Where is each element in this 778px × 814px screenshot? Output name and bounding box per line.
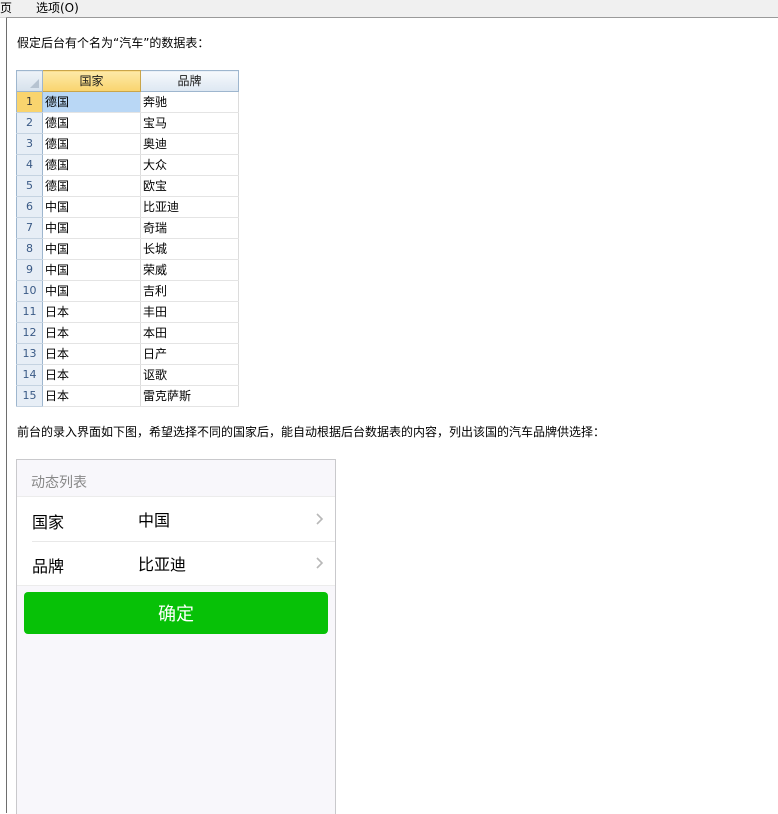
- form-field-list: 国家 中国 品牌 比亚迪: [17, 496, 335, 586]
- intro-text: 假定后台有个名为“汽车”的数据表：: [17, 36, 210, 50]
- confirm-button[interactable]: 确定: [24, 592, 328, 634]
- country-cell[interactable]: 日本: [42, 301, 141, 323]
- row-header[interactable]: 14: [16, 364, 43, 386]
- row-header[interactable]: 8: [16, 238, 43, 260]
- table-row: 7 中国 奇瑞: [16, 217, 239, 239]
- row-header[interactable]: 1: [16, 91, 43, 113]
- country-cell[interactable]: 日本: [42, 343, 141, 365]
- table-row: 1 德国 奔驰: [16, 91, 239, 113]
- menu-bar: 页 选项(O): [0, 0, 778, 18]
- row-header[interactable]: 7: [16, 217, 43, 239]
- country-cell[interactable]: 德国: [42, 91, 141, 113]
- form-title: 动态列表: [31, 475, 87, 491]
- menu-item-page[interactable]: 页: [0, 0, 12, 17]
- brand-cell[interactable]: 荣威: [140, 259, 239, 281]
- country-cell[interactable]: 中国: [42, 196, 141, 218]
- country-cell[interactable]: 日本: [42, 364, 141, 386]
- row-header[interactable]: 6: [16, 196, 43, 218]
- country-field-label: 国家: [32, 513, 65, 532]
- row-header[interactable]: 10: [16, 280, 43, 302]
- table-row: 4 德国 大众: [16, 154, 239, 176]
- table-row: 10 中国 吉利: [16, 280, 239, 302]
- row-header[interactable]: 5: [16, 175, 43, 197]
- column-header-brand[interactable]: 品牌: [140, 70, 239, 92]
- row-header[interactable]: 9: [16, 259, 43, 281]
- table-row: 15 日本 雷克萨斯: [16, 385, 239, 407]
- country-cell[interactable]: 德国: [42, 154, 141, 176]
- country-cell[interactable]: 中国: [42, 259, 141, 281]
- row-header[interactable]: 15: [16, 385, 43, 407]
- select-all-corner[interactable]: [16, 70, 43, 92]
- row-header[interactable]: 3: [16, 133, 43, 155]
- brand-field[interactable]: 品牌 比亚迪: [17, 541, 335, 585]
- brand-cell[interactable]: 长城: [140, 238, 239, 260]
- table-row: 12 日本 本田: [16, 322, 239, 344]
- table-row: 5 德国 欧宝: [16, 175, 239, 197]
- table-row: 2 德国 宝马: [16, 112, 239, 134]
- country-cell[interactable]: 日本: [42, 385, 141, 407]
- table-row: 14 日本 讴歌: [16, 364, 239, 386]
- brand-field-value: 比亚迪: [138, 555, 187, 574]
- dynamic-list-form: 动态列表 国家 中国 品牌 比亚迪 确定: [16, 459, 336, 814]
- car-data-sheet: 国家 品牌 1 德国 奔驰 2 德国 宝马 3 德国 奥迪 4 德国 大众 5 德国 欧宝 6 中国 比亚迪 7 中国…: [16, 70, 239, 407]
- country-field-value: 中国: [138, 511, 171, 530]
- table-row: 9 中国 荣威: [16, 259, 239, 281]
- column-header-country[interactable]: 国家: [42, 70, 141, 92]
- country-cell[interactable]: 中国: [42, 238, 141, 260]
- brand-cell[interactable]: 丰田: [140, 301, 239, 323]
- table-row: 8 中国 长城: [16, 238, 239, 260]
- description-text: 前台的录入界面如下图，希望选择不同的国家后，能自动根据后台数据表的内容，列出该国…: [17, 425, 606, 439]
- frame-border-left: [6, 18, 7, 813]
- table-row: 6 中国 比亚迪: [16, 196, 239, 218]
- brand-cell[interactable]: 奥迪: [140, 133, 239, 155]
- country-cell[interactable]: 日本: [42, 322, 141, 344]
- row-header[interactable]: 2: [16, 112, 43, 134]
- brand-cell[interactable]: 吉利: [140, 280, 239, 302]
- country-cell[interactable]: 中国: [42, 217, 141, 239]
- brand-cell[interactable]: 大众: [140, 154, 239, 176]
- frame-border-top: [6, 17, 778, 18]
- country-field[interactable]: 国家 中国: [17, 497, 335, 542]
- brand-cell[interactable]: 奔驰: [140, 91, 239, 113]
- row-header[interactable]: 11: [16, 301, 43, 323]
- country-cell[interactable]: 德国: [42, 133, 141, 155]
- country-cell[interactable]: 中国: [42, 280, 141, 302]
- row-header[interactable]: 12: [16, 322, 43, 344]
- brand-field-label: 品牌: [32, 557, 65, 576]
- select-all-icon: [30, 79, 39, 88]
- brand-cell[interactable]: 欧宝: [140, 175, 239, 197]
- country-cell[interactable]: 德国: [42, 112, 141, 134]
- row-header[interactable]: 13: [16, 343, 43, 365]
- chevron-right-icon: [316, 557, 324, 569]
- table-row: 3 德国 奥迪: [16, 133, 239, 155]
- brand-cell[interactable]: 比亚迪: [140, 196, 239, 218]
- menu-item-options[interactable]: 选项(O): [36, 0, 79, 17]
- brand-cell[interactable]: 讴歌: [140, 364, 239, 386]
- brand-cell[interactable]: 宝马: [140, 112, 239, 134]
- table-row: 13 日本 日产: [16, 343, 239, 365]
- country-cell[interactable]: 德国: [42, 175, 141, 197]
- brand-cell[interactable]: 日产: [140, 343, 239, 365]
- chevron-right-icon: [316, 513, 324, 525]
- brand-cell[interactable]: 奇瑞: [140, 217, 239, 239]
- brand-cell[interactable]: 本田: [140, 322, 239, 344]
- brand-cell[interactable]: 雷克萨斯: [140, 385, 239, 407]
- row-header[interactable]: 4: [16, 154, 43, 176]
- table-row: 11 日本 丰田: [16, 301, 239, 323]
